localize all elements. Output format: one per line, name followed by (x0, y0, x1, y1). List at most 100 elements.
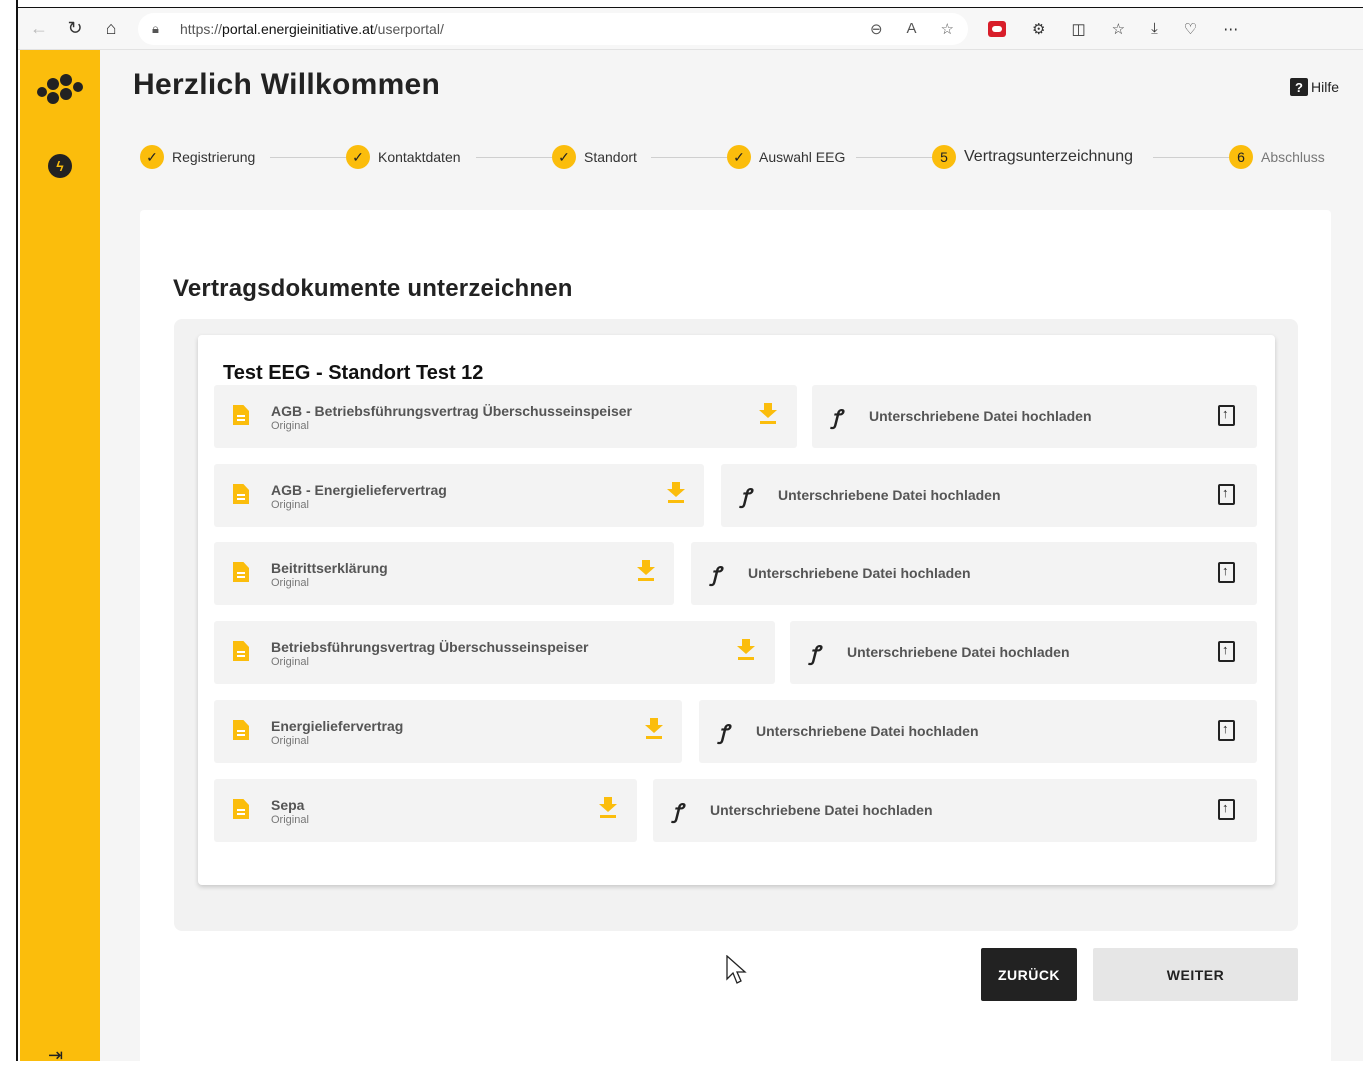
help-question-icon: ? (1289, 78, 1308, 96)
upload-signed-button[interactable]: ꝭ Unterschriebene Datei hochladen (691, 542, 1257, 605)
download-icon[interactable] (599, 797, 617, 819)
document-name: Energieliefervertrag (271, 718, 404, 734)
download-icon[interactable] (667, 482, 685, 504)
favorite-star-icon[interactable]: ☆ (941, 20, 954, 38)
file-upload-icon[interactable] (1218, 405, 1235, 426)
document-name: Beitrittserklärung (271, 560, 388, 576)
step-label: Kontaktdaten (378, 149, 461, 165)
home-icon[interactable]: ⌂ (96, 14, 126, 44)
step-number-badge: 6 (1229, 145, 1253, 169)
step-connector (651, 157, 727, 158)
check-icon: ✓ (346, 145, 370, 169)
document-download[interactable]: Betriebsführungsvertrag Überschusseinspe… (214, 621, 775, 684)
document-row: Beitrittserklärung Original ꝭ Unterschri… (214, 542, 1257, 605)
download-icon[interactable] (637, 560, 655, 582)
file-icon (233, 799, 249, 819)
upload-label: Unterschriebene Datei hochladen (748, 565, 971, 581)
document-download[interactable]: Sepa Original (214, 779, 637, 842)
upload-signed-button[interactable]: ꝭ Unterschriebene Datei hochladen (721, 464, 1257, 527)
file-upload-icon[interactable] (1218, 720, 1235, 741)
zoom-icon[interactable]: ⊖ (870, 20, 883, 38)
document-sub: Original (271, 499, 309, 511)
read-aloud-icon[interactable]: A (907, 20, 917, 38)
downloads-icon[interactable]: ⤓ (1151, 20, 1158, 37)
url-text: https://portal.energieinitiative.at/user… (180, 20, 444, 37)
step-label: Registrierung (172, 149, 256, 165)
step-registrierung: ✓ Registrierung (140, 145, 255, 169)
step-auswahl-eeg: ✓ Auswahl EEG (727, 145, 845, 169)
document-name: Betriebsführungsvertrag Überschusseinspe… (271, 639, 589, 655)
brand-logo (37, 74, 83, 104)
step-vertragsunterzeichnung: 5 Vertragsunterzeichnung (932, 145, 1133, 169)
lock-icon[interactable]: 🔒︎ (152, 21, 174, 37)
file-upload-icon[interactable] (1218, 799, 1235, 820)
upload-signed-button[interactable]: ꝭ Unterschriebene Datei hochladen (790, 621, 1257, 684)
reload-icon[interactable]: ↻ (60, 14, 90, 44)
location-card: Test EEG - Standort Test 12 AGB - Betrie… (198, 335, 1275, 885)
step-connector (270, 157, 346, 158)
more-menu-icon[interactable]: ⋯ (1223, 20, 1238, 38)
sidebar: ϟ ⇥ (20, 50, 100, 1065)
file-icon (233, 641, 249, 661)
document-download[interactable]: AGB - Betriebsführungsvertrag Überschuss… (214, 385, 797, 448)
upload-label: Unterschriebene Datei hochladen (756, 723, 979, 739)
upload-signed-button[interactable]: ꝭ Unterschriebene Datei hochladen (699, 700, 1257, 763)
help-link[interactable]: ? Hilfe (1289, 78, 1339, 96)
back-arrow-icon[interactable]: ← (24, 14, 54, 44)
step-label: Vertragsunterzeichnung (964, 148, 1133, 165)
signature-icon: ꝭ (741, 484, 751, 508)
documents-area: Test EEG - Standort Test 12 AGB - Betrie… (174, 319, 1298, 931)
upload-label: Unterschriebene Datei hochladen (847, 644, 1070, 660)
document-download[interactable]: Beitrittserklärung Original (214, 542, 674, 605)
download-icon[interactable] (645, 718, 663, 740)
file-upload-icon[interactable] (1218, 641, 1235, 662)
download-icon[interactable] (759, 403, 777, 425)
check-icon: ✓ (552, 145, 576, 169)
window-frame-left (0, 0, 18, 1061)
file-icon (233, 562, 249, 582)
document-row: Betriebsführungsvertrag Überschusseinspe… (214, 621, 1257, 684)
location-title: Test EEG - Standort Test 12 (223, 362, 484, 384)
document-row: AGB - Energieliefervertrag Original ꝭ Un… (214, 464, 1257, 527)
document-sub: Original (271, 577, 309, 589)
document-download[interactable]: AGB - Energieliefervertrag Original (214, 464, 704, 527)
next-button[interactable]: WEITER (1093, 948, 1298, 1001)
step-label: Auswahl EEG (759, 149, 846, 165)
download-icon[interactable] (737, 639, 755, 661)
logout-icon[interactable]: ⇥ (48, 1045, 63, 1066)
signature-icon: ꝭ (673, 799, 683, 823)
step-abschluss: 6 Abschluss (1229, 145, 1325, 169)
upload-signed-button[interactable]: ꝭ Unterschriebene Datei hochladen (812, 385, 1257, 448)
address-bar[interactable]: 🔒︎ https://portal.energieinitiative.at/u… (138, 12, 968, 45)
upload-label: Unterschriebene Datei hochladen (710, 802, 933, 818)
file-icon (233, 484, 249, 504)
signature-icon: ꝭ (832, 405, 842, 429)
document-name: AGB - Energieliefervertrag (271, 482, 447, 498)
step-label: Standort (584, 149, 637, 165)
file-upload-icon[interactable] (1218, 484, 1235, 505)
document-download[interactable]: Energieliefervertrag Original (214, 700, 682, 763)
favorites-list-icon[interactable]: ☆ (1112, 20, 1125, 38)
step-connector (856, 157, 932, 158)
progress-stepper: ✓ Registrierung ✓ Kontaktdaten ✓ Standor… (140, 145, 1332, 171)
split-screen-icon[interactable]: ◫ (1071, 20, 1085, 38)
document-sub: Original (271, 814, 309, 826)
signature-icon: ꝭ (711, 562, 721, 586)
content-card: Vertragsdokumente unterzeichnen Test EEG… (140, 210, 1331, 1070)
upload-signed-button[interactable]: ꝭ Unterschriebene Datei hochladen (653, 779, 1257, 842)
step-standort: ✓ Standort (552, 145, 637, 169)
document-name: AGB - Betriebsführungsvertrag Überschuss… (271, 403, 632, 419)
performance-heart-icon[interactable]: ♡ (1184, 20, 1197, 38)
step-kontaktdaten: ✓ Kontaktdaten (346, 145, 461, 169)
extension-red-icon[interactable] (988, 20, 1006, 37)
mouse-cursor-icon (726, 955, 747, 984)
energy-bolt-icon[interactable]: ϟ (48, 154, 72, 178)
help-label: Hilfe (1310, 79, 1339, 95)
check-icon: ✓ (727, 145, 751, 169)
step-label: Abschluss (1261, 149, 1325, 165)
file-icon (233, 720, 249, 740)
browser-toolbar: ← ↻ ⌂ 🔒︎ https://portal.energieinitiativ… (18, 8, 1363, 50)
file-upload-icon[interactable] (1218, 562, 1235, 583)
extensions-puzzle-icon[interactable]: ⚙ (1032, 20, 1045, 38)
back-button[interactable]: ZURÜCK (981, 948, 1077, 1001)
